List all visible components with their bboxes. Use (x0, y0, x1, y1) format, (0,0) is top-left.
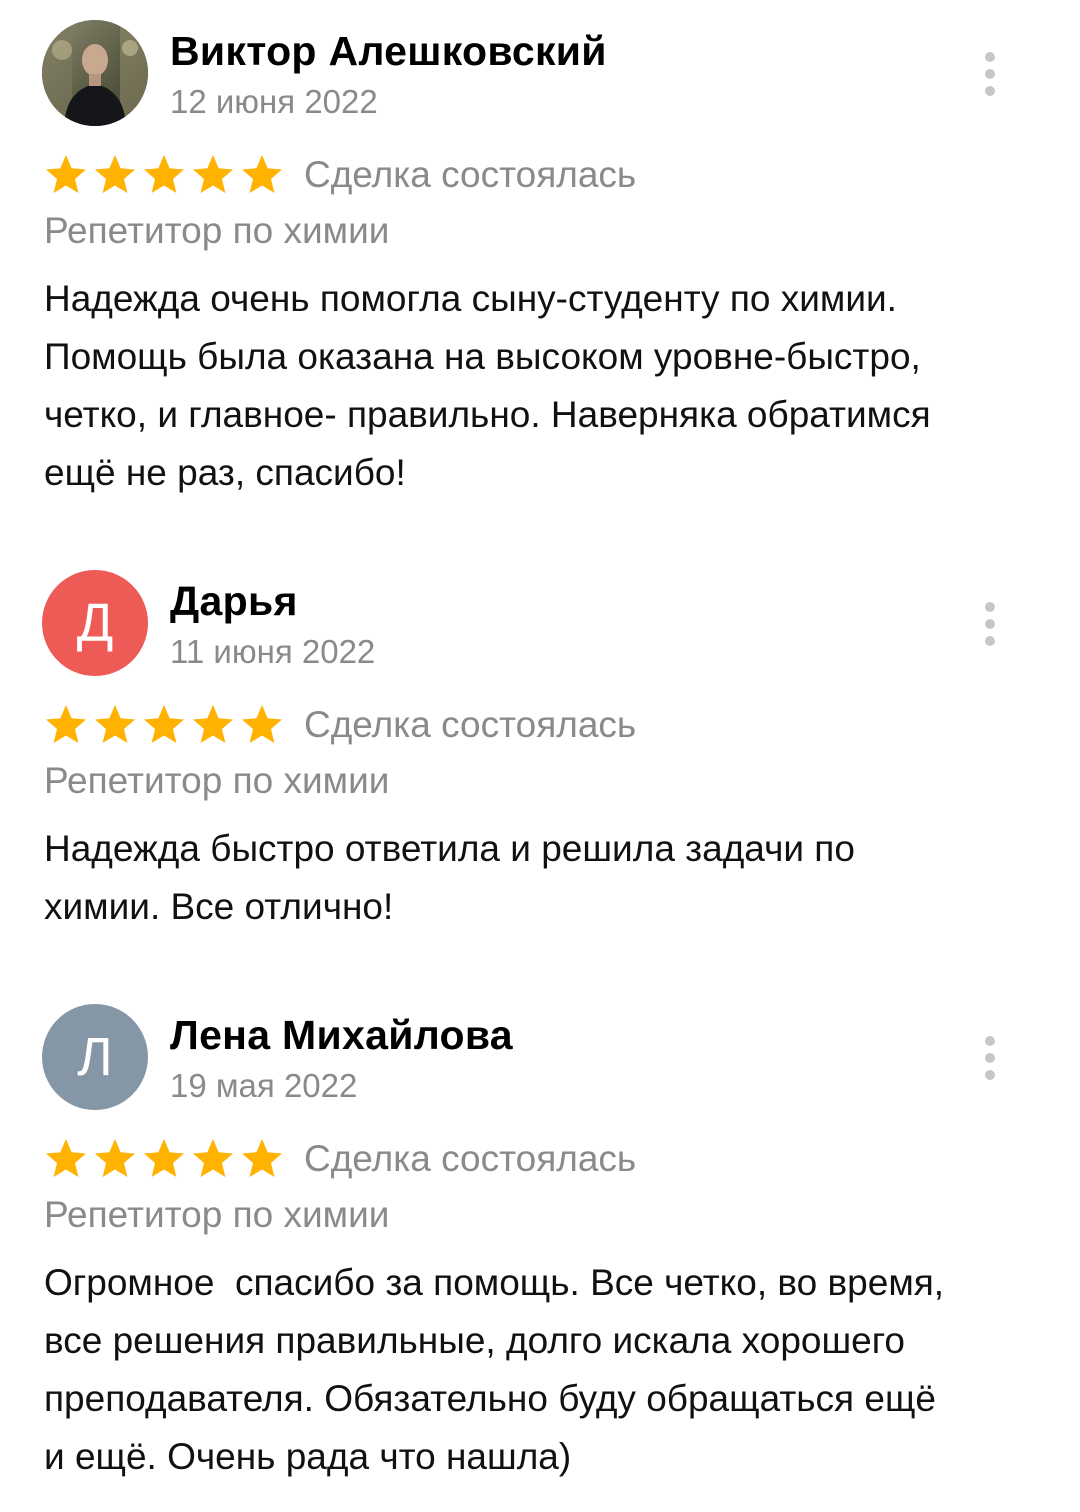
deal-status: Сделка состоялась (304, 1138, 637, 1179)
review-text-line: Надежда быстро ответила и решила задачи … (44, 828, 855, 869)
star-icon (95, 705, 135, 743)
review-text-line: Помощь была оказана на высоком уровне-бы… (44, 336, 921, 377)
menu-dot (985, 1070, 995, 1080)
review-text: Надежда быстро ответила и решила задачи … (44, 820, 1044, 936)
review-text-line: Огромное спасибо за помощь. Все четко, в… (44, 1262, 945, 1303)
menu-dot (985, 86, 995, 96)
review-text: Огромное спасибо за помощь. Все четко, в… (44, 1254, 1044, 1486)
review-text-line: все решения правильные, долго искала хор… (44, 1320, 905, 1361)
review-date: 19 мая 2022 (170, 1067, 358, 1104)
rating-stars (44, 1137, 289, 1181)
menu-dot (985, 52, 995, 62)
avatar[interactable]: Л (42, 1004, 148, 1110)
more-vertical-icon[interactable] (982, 1036, 998, 1080)
review-text-line: и ещё. Очень рада что нашла) (44, 1436, 572, 1477)
star-icon (95, 155, 135, 193)
author-name[interactable]: Дарья (170, 578, 298, 625)
star-icon (144, 155, 184, 193)
rating-row: Сделка состоялась (44, 1134, 636, 1184)
menu-dot (985, 636, 995, 646)
review-text-line: четко, и главное- правильно. Наверняка о… (44, 394, 931, 435)
more-vertical-icon[interactable] (982, 52, 998, 96)
review-text-line: химии. Все отлично! (44, 886, 394, 927)
more-vertical-icon[interactable] (982, 602, 998, 646)
review-date: 11 июня 2022 (170, 633, 376, 670)
menu-dot (985, 1036, 995, 1046)
review-date: 12 июня 2022 (170, 83, 378, 120)
star-icon (193, 155, 233, 193)
star-icon (144, 1139, 184, 1177)
rating-stars (44, 703, 289, 747)
deal-status: Сделка состоялась (304, 154, 637, 195)
star-icon (46, 155, 86, 193)
menu-dot (985, 619, 995, 629)
review-category: Репетитор по химии (44, 760, 390, 801)
avatar-letter: Л (77, 1027, 113, 1087)
review-text-line: преподавателя. Обязательно буду обращать… (44, 1378, 936, 1419)
menu-dot (985, 1053, 995, 1063)
avatar[interactable] (42, 20, 148, 126)
author-name[interactable]: Виктор Алешковский (170, 28, 607, 75)
avatar-photo (42, 20, 148, 126)
star-icon (242, 1139, 282, 1177)
star-icon (95, 1139, 135, 1177)
menu-dot (985, 69, 995, 79)
avatar[interactable]: Д (42, 570, 148, 676)
menu-dot (985, 602, 995, 612)
rating-row: Сделка состоялась (44, 150, 636, 200)
star-icon (242, 155, 282, 193)
avatar-letter: Д (76, 593, 114, 653)
star-icon (46, 705, 86, 743)
review-text: Надежда очень помогла сыну-студенту по х… (44, 270, 1044, 502)
rating-stars (44, 153, 289, 197)
review-category: Репетитор по химии (44, 210, 390, 251)
deal-status: Сделка состоялась (304, 704, 637, 745)
review-category: Репетитор по химии (44, 1194, 390, 1235)
star-icon (242, 705, 282, 743)
star-icon (193, 1139, 233, 1177)
star-icon (193, 705, 233, 743)
review-text-line: Надежда очень помогла сыну-студенту по х… (44, 278, 897, 319)
star-icon (144, 705, 184, 743)
author-name[interactable]: Лена Михайлова (170, 1012, 513, 1059)
review-text-line: ещё не раз, спасибо! (44, 452, 406, 493)
rating-row: Сделка состоялась (44, 700, 636, 750)
star-icon (46, 1139, 86, 1177)
